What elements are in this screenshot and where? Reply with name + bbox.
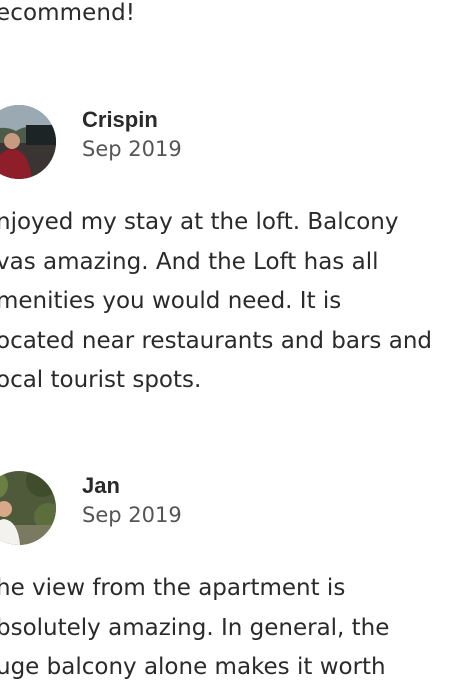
reviewer-avatar[interactable]: [0, 471, 56, 545]
review-text-line: bsolutely amazing. In general, the: [0, 614, 390, 641]
review-date: Sep 2019: [82, 137, 182, 161]
reviewer-avatar[interactable]: [0, 105, 56, 179]
review-date: Sep 2019: [82, 503, 182, 527]
review-text: njoyed my stay at the loft. Balcony vas …: [0, 203, 455, 401]
review-text-line: menities you would need. It is: [0, 288, 342, 314]
reviewer-name: Crispin: [82, 107, 158, 132]
previous-review-text: ecommend!: [0, 0, 136, 26]
reviewer-name: Jan: [82, 473, 120, 498]
review-text-line: ocated near restaurants and bars and: [0, 327, 432, 354]
review-text-line: he view from the apartment is: [0, 575, 346, 601]
jan-avatar-image: [0, 471, 56, 545]
review-text-line: vas amazing. And the Loft has all: [0, 248, 379, 275]
review-text: he view from the apartment is bsolutely …: [0, 569, 455, 683]
review-text-line: njoyed my stay at the loft. Balcony: [0, 209, 399, 235]
review-text-line: uge balcony alone makes it worth: [0, 654, 386, 680]
crispin-avatar-image: [0, 105, 56, 179]
review-text-line: ocal tourist spots.: [0, 367, 202, 393]
